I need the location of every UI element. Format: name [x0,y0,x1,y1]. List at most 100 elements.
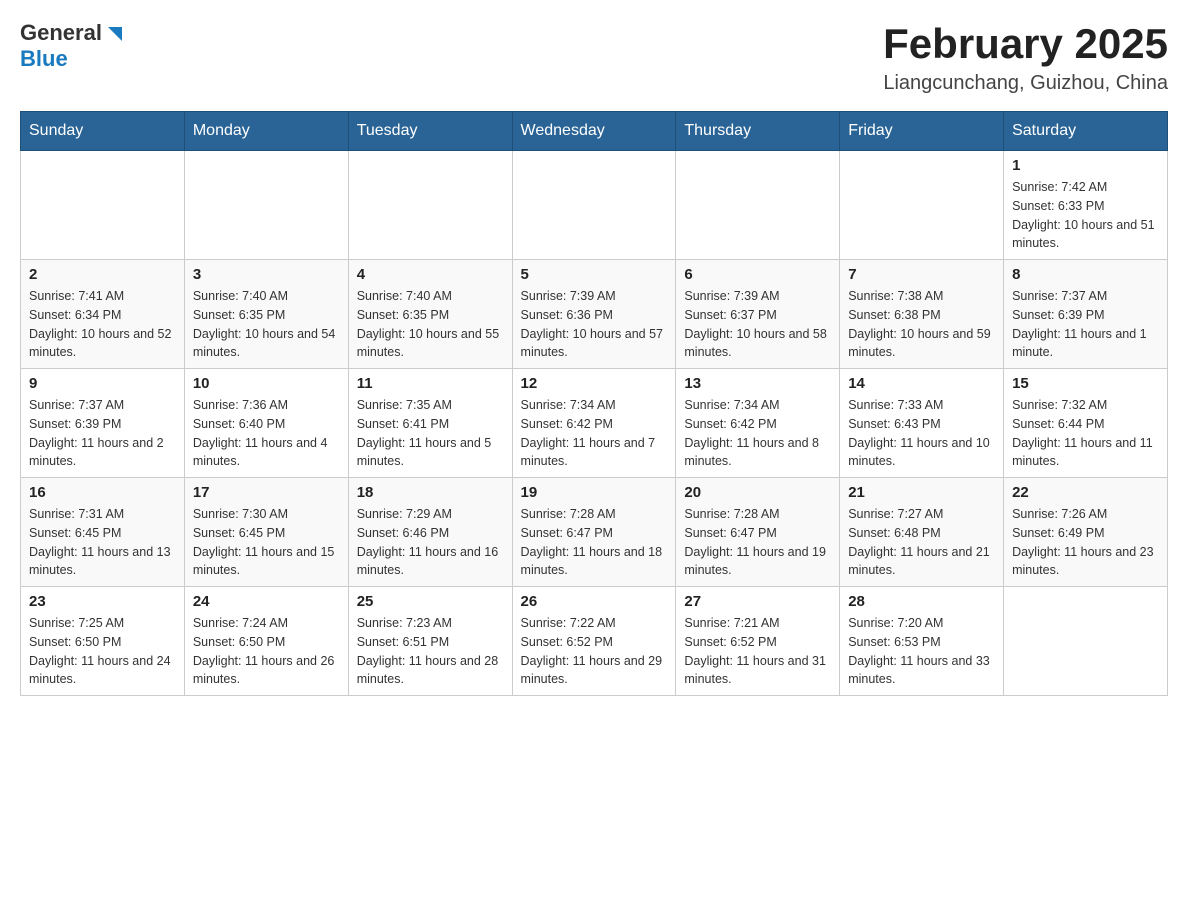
day-info: Sunrise: 7:41 AMSunset: 6:34 PMDaylight:… [29,287,176,362]
page-header: General Blue February 2025 Liangcunchang… [20,20,1168,95]
day-number: 7 [848,266,995,283]
header-friday: Friday [840,112,1004,151]
day-info: Sunrise: 7:34 AMSunset: 6:42 PMDaylight:… [521,396,668,471]
day-info: Sunrise: 7:40 AMSunset: 6:35 PMDaylight:… [357,287,504,362]
table-row [1004,587,1168,696]
header-thursday: Thursday [676,112,840,151]
day-number: 26 [521,593,668,610]
day-info: Sunrise: 7:25 AMSunset: 6:50 PMDaylight:… [29,614,176,689]
day-info: Sunrise: 7:28 AMSunset: 6:47 PMDaylight:… [684,505,831,580]
table-row: 5 Sunrise: 7:39 AMSunset: 6:36 PMDaylight… [512,260,676,369]
day-number: 9 [29,375,176,392]
day-number: 11 [357,375,504,392]
table-row: 13 Sunrise: 7:34 AMSunset: 6:42 PMDayligh… [676,369,840,478]
table-row: 19 Sunrise: 7:28 AMSunset: 6:47 PMDayligh… [512,478,676,587]
table-row [840,151,1004,260]
day-number: 6 [684,266,831,283]
day-info: Sunrise: 7:34 AMSunset: 6:42 PMDaylight:… [684,396,831,471]
table-row: 16 Sunrise: 7:31 AMSunset: 6:45 PMDayligh… [21,478,185,587]
table-row: 14Sunrise: 7:33 AMSunset: 6:43 PMDayligh… [840,369,1004,478]
table-row [348,151,512,260]
day-info: Sunrise: 7:37 AMSunset: 6:39 PMDaylight:… [1012,287,1159,362]
table-row: 9 Sunrise: 7:37 AMSunset: 6:39 PMDaylight… [21,369,185,478]
day-number: 27 [684,593,831,610]
table-row: 6 Sunrise: 7:39 AMSunset: 6:37 PMDaylight… [676,260,840,369]
day-info: Sunrise: 7:39 AMSunset: 6:37 PMDaylight:… [684,287,831,362]
calendar-week-row: 16 Sunrise: 7:31 AMSunset: 6:45 PMDayligh… [21,478,1168,587]
table-row: 25 Sunrise: 7:23 AMSunset: 6:51 PMDayligh… [348,587,512,696]
day-number: 23 [29,593,176,610]
calendar-table: Sunday Monday Tuesday Wednesday Thursday… [20,111,1168,696]
logo-blue-text: Blue [20,46,68,72]
table-row: 21Sunrise: 7:27 AMSunset: 6:48 PMDayligh… [840,478,1004,587]
day-number: 24 [193,593,340,610]
day-info: Sunrise: 7:31 AMSunset: 6:45 PMDaylight:… [29,505,176,580]
table-row: 3 Sunrise: 7:40 AMSunset: 6:35 PMDaylight… [184,260,348,369]
day-number: 25 [357,593,504,610]
table-row: 10 Sunrise: 7:36 AMSunset: 6:40 PMDayligh… [184,369,348,478]
day-number: 8 [1012,266,1159,283]
day-info: Sunrise: 7:40 AMSunset: 6:35 PMDaylight:… [193,287,340,362]
calendar-title: February 2025 [883,20,1168,68]
table-row: 12 Sunrise: 7:34 AMSunset: 6:42 PMDayligh… [512,369,676,478]
table-row: 20 Sunrise: 7:28 AMSunset: 6:47 PMDayligh… [676,478,840,587]
day-number: 20 [684,484,831,501]
table-row: 24 Sunrise: 7:24 AMSunset: 6:50 PMDayligh… [184,587,348,696]
day-info: Sunrise: 7:23 AMSunset: 6:51 PMDaylight:… [357,614,504,689]
day-info: Sunrise: 7:28 AMSunset: 6:47 PMDaylight:… [521,505,668,580]
day-number: 28 [848,593,995,610]
day-number: 12 [521,375,668,392]
logo-triangle-icon [104,23,126,45]
calendar-subtitle: Liangcunchang, Guizhou, China [883,72,1168,95]
weekday-header-row: Sunday Monday Tuesday Wednesday Thursday… [21,112,1168,151]
header-monday: Monday [184,112,348,151]
day-info: Sunrise: 7:36 AMSunset: 6:40 PMDaylight:… [193,396,340,471]
day-number: 5 [521,266,668,283]
header-saturday: Saturday [1004,112,1168,151]
table-row: 26 Sunrise: 7:22 AMSunset: 6:52 PMDayligh… [512,587,676,696]
day-number: 15 [1012,375,1159,392]
day-info: Sunrise: 7:21 AMSunset: 6:52 PMDaylight:… [684,614,831,689]
table-row: 15Sunrise: 7:32 AMSunset: 6:44 PMDayligh… [1004,369,1168,478]
day-info: Sunrise: 7:35 AMSunset: 6:41 PMDaylight:… [357,396,504,471]
day-info: Sunrise: 7:29 AMSunset: 6:46 PMDaylight:… [357,505,504,580]
table-row: 18Sunrise: 7:29 AMSunset: 6:46 PMDayligh… [348,478,512,587]
header-wednesday: Wednesday [512,112,676,151]
day-number: 4 [357,266,504,283]
table-row [21,151,185,260]
day-number: 2 [29,266,176,283]
day-info: Sunrise: 7:39 AMSunset: 6:36 PMDaylight:… [521,287,668,362]
table-row: 11 Sunrise: 7:35 AMSunset: 6:41 PMDayligh… [348,369,512,478]
day-info: Sunrise: 7:24 AMSunset: 6:50 PMDaylight:… [193,614,340,689]
day-info: Sunrise: 7:22 AMSunset: 6:52 PMDaylight:… [521,614,668,689]
day-info: Sunrise: 7:38 AMSunset: 6:38 PMDaylight:… [848,287,995,362]
day-number: 1 [1012,157,1159,174]
calendar-week-row: 2 Sunrise: 7:41 AMSunset: 6:34 PMDaylight… [21,260,1168,369]
day-info: Sunrise: 7:37 AMSunset: 6:39 PMDaylight:… [29,396,176,471]
header-sunday: Sunday [21,112,185,151]
calendar-week-row: 1 Sunrise: 7:42 AMSunset: 6:33 PMDaylight… [21,151,1168,260]
table-row [676,151,840,260]
day-info: Sunrise: 7:42 AMSunset: 6:33 PMDaylight:… [1012,178,1159,253]
table-row: 22 Sunrise: 7:26 AMSunset: 6:49 PMDayligh… [1004,478,1168,587]
day-info: Sunrise: 7:26 AMSunset: 6:49 PMDaylight:… [1012,505,1159,580]
table-row [184,151,348,260]
table-row: 28Sunrise: 7:20 AMSunset: 6:53 PMDayligh… [840,587,1004,696]
table-row: 27 Sunrise: 7:21 AMSunset: 6:52 PMDayligh… [676,587,840,696]
table-row: 4 Sunrise: 7:40 AMSunset: 6:35 PMDaylight… [348,260,512,369]
table-row: 23 Sunrise: 7:25 AMSunset: 6:50 PMDayligh… [21,587,185,696]
day-number: 3 [193,266,340,283]
header-tuesday: Tuesday [348,112,512,151]
logo: General Blue [20,20,126,72]
day-number: 19 [521,484,668,501]
day-number: 13 [684,375,831,392]
day-number: 16 [29,484,176,501]
day-number: 10 [193,375,340,392]
day-number: 14 [848,375,995,392]
day-info: Sunrise: 7:27 AMSunset: 6:48 PMDaylight:… [848,505,995,580]
day-number: 17 [193,484,340,501]
table-row: 8 Sunrise: 7:37 AMSunset: 6:39 PMDaylight… [1004,260,1168,369]
day-info: Sunrise: 7:30 AMSunset: 6:45 PMDaylight:… [193,505,340,580]
day-number: 22 [1012,484,1159,501]
logo-general-text: General [20,20,102,46]
